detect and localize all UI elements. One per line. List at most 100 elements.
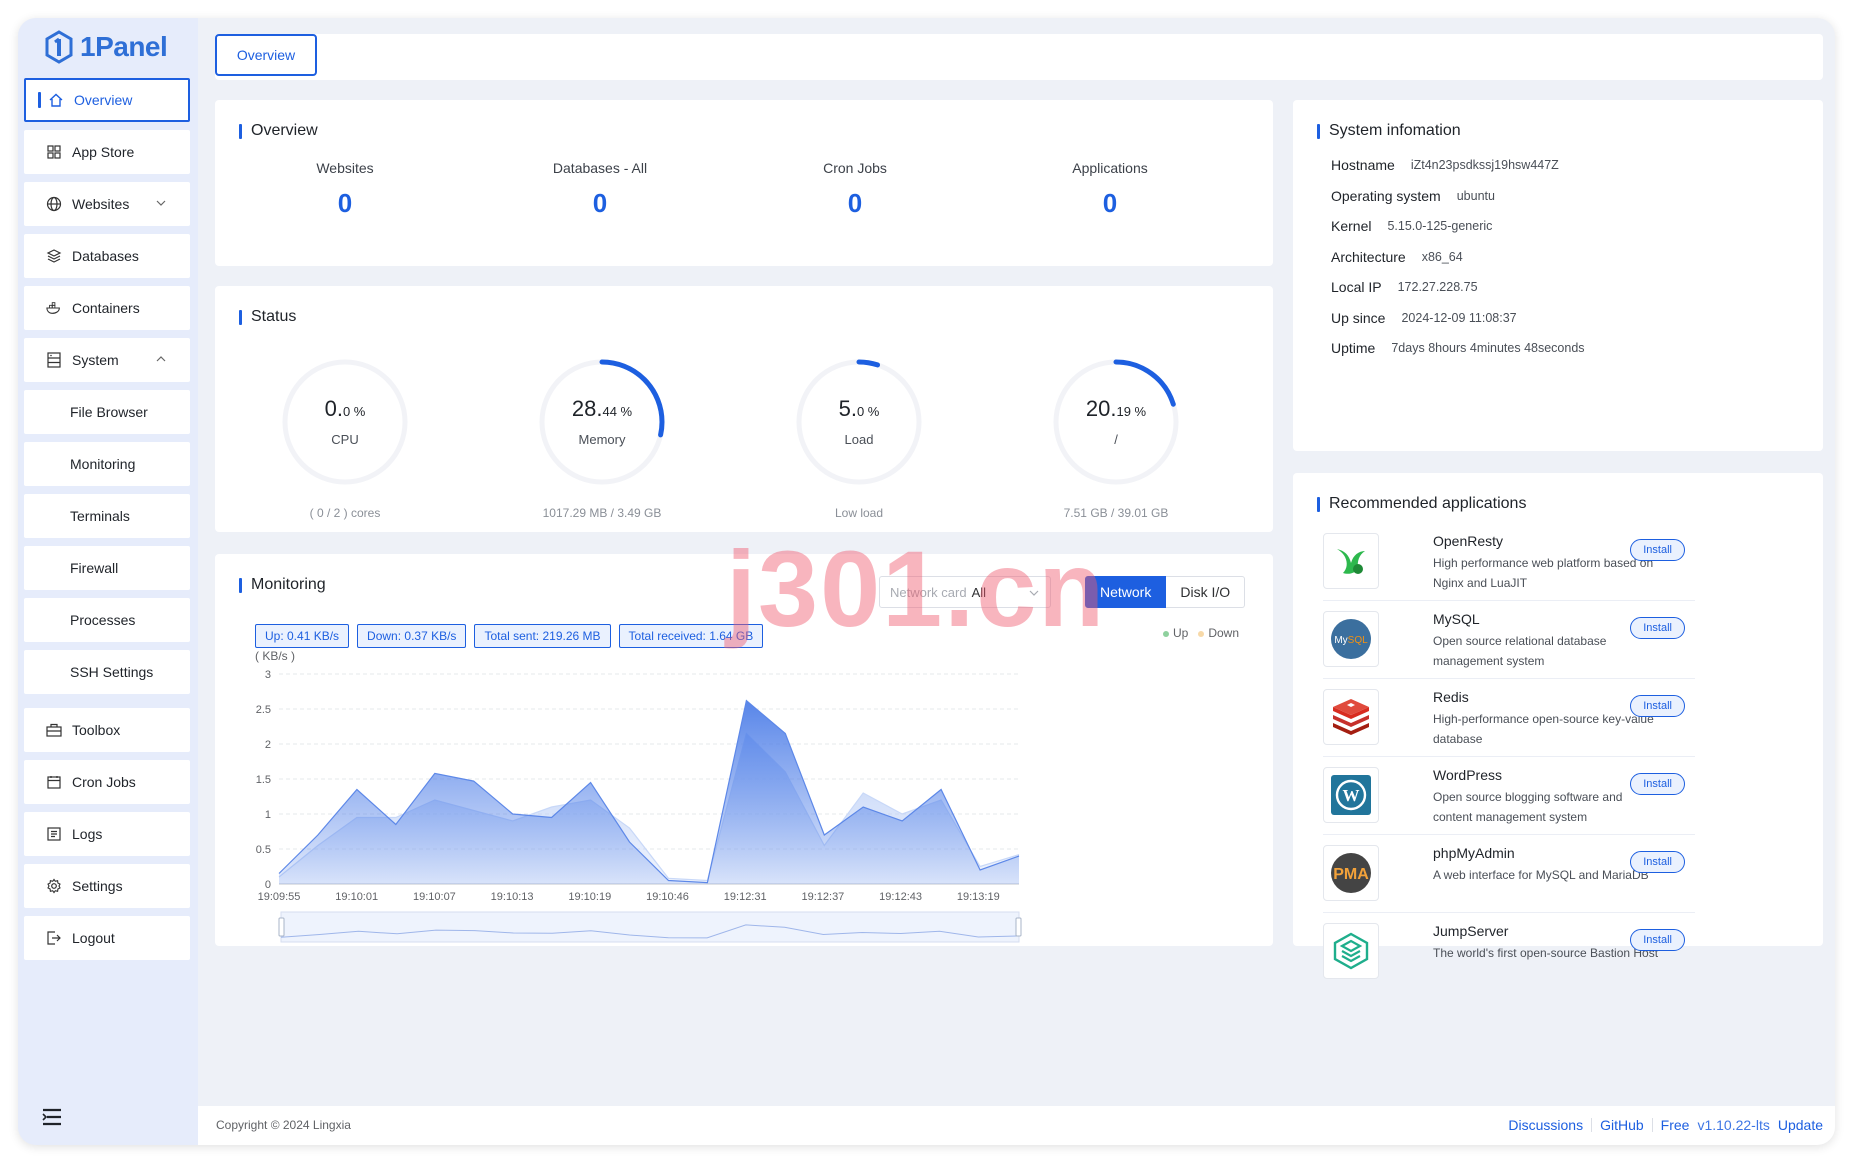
sidebar-item-label: Cron Jobs [72,774,136,790]
y-tick-label: 3 [265,669,271,681]
legend-down[interactable]: Down [1198,626,1239,640]
sys-key: Kernel [1331,218,1372,235]
sidebar-item-websites[interactable]: Websites [24,182,190,226]
app-row-wordpress: W WordPress Open source blogging softwar… [1323,757,1695,835]
seg-disk-io-button[interactable]: Disk I/O [1166,576,1246,608]
stat-value[interactable]: 0 [500,188,700,219]
x-tick-label: 19:12:31 [724,891,767,903]
overview-card: Overview Websites 0 Databases - All 0 Cr… [215,100,1273,266]
gauge-name: Memory [578,432,626,447]
network-chart[interactable]: ( KB/s ) 0 0.5 1 1.5 2 2.5 3 19:09:55 19:10:01 19:… [255,644,1255,944]
gauge-dec: 44 % [602,404,633,419]
gauge-value: 20.19 % [1041,396,1191,422]
app-name: MySQL [1433,611,1480,627]
x-tick-label: 19:09:55 [258,891,301,903]
sidebar-item-logout[interactable]: Logout [24,916,190,960]
install-button[interactable]: Install [1630,773,1685,795]
sidebar-item-label: SSH Settings [70,664,154,680]
gauge-int: 28. [571,396,603,421]
sidebar-item-cron-jobs[interactable]: Cron Jobs [24,760,190,804]
logo-icon [45,30,73,64]
mysql-icon: MySQL [1323,611,1379,667]
monitor-type-toggle: Network Disk I/O [1085,576,1246,608]
sys-row-kernel: Kernel 5.15.0-125-generic [1331,211,1585,242]
sidebar-item-databases[interactable]: Databases [24,234,190,278]
sidebar-item-containers[interactable]: Containers [24,286,190,330]
x-tick-label: 19:12:37 [801,891,844,903]
chart-legend: Up Down [1162,626,1239,640]
network-card-select[interactable]: Network card All [879,576,1051,608]
logo[interactable]: 1Panel [44,30,168,64]
x-tick-label: 19:12:43 [879,891,922,903]
globe-icon [46,196,62,212]
stat-label: Applications [1072,160,1148,176]
github-link[interactable]: GitHub [1600,1117,1644,1133]
free-link[interactable]: Free [1661,1117,1690,1133]
sys-value: 7days 8hours 4minutes 48seconds [1391,341,1585,356]
sidebar-item-label: Terminals [70,508,130,524]
stat-databases[interactable]: Databases - All 0 [500,160,700,219]
seg-network-button[interactable]: Network [1085,576,1167,608]
install-button[interactable]: Install [1630,539,1685,561]
toolbox-icon [46,722,62,738]
install-button[interactable]: Install [1630,929,1685,951]
sidebar-item-label: Firewall [70,560,119,576]
sys-value: iZt4n23psdkssj19hsw447Z [1410,158,1559,173]
sidebar-item-app-store[interactable]: App Store [24,130,190,174]
update-link[interactable]: Update [1778,1117,1823,1133]
sidebar-item-label: Overview [74,92,133,108]
y-tick-label: 0.5 [256,844,271,856]
svg-text:PMA: PMA [1333,866,1369,883]
install-button[interactable]: Install [1630,695,1685,717]
app-row-openresty: OpenResty High performance web platform … [1323,523,1695,601]
app-name: WordPress [1433,767,1502,783]
network-card-label: Network card [890,584,967,600]
sidebar-item-logs[interactable]: Logs [24,812,190,856]
sys-row-hostname: Hostname iZt4n23psdkssj19hsw447Z [1331,150,1585,181]
app-name: phpMyAdmin [1433,845,1515,861]
gauge-ring [539,359,665,485]
sidebar-item-firewall[interactable]: Firewall [24,546,190,590]
home-icon [48,92,64,108]
overview-stats: Websites 0 Databases - All 0 Cron Jobs 0… [215,160,1273,230]
app-row-redis: Redis High-performance open-source key-v… [1323,679,1695,757]
install-button[interactable]: Install [1630,851,1685,873]
menu-collapse-icon[interactable] [42,1108,62,1126]
tab-overview[interactable]: Overview [215,34,317,76]
calendar-icon [46,774,62,790]
sidebar-item-toolbox[interactable]: Toolbox [24,708,190,752]
stat-value[interactable]: 0 [1010,188,1210,219]
app-name: OpenResty [1433,533,1504,549]
sys-row-uptime: Uptime 7days 8hours 4minutes 48seconds [1331,333,1585,364]
stat-websites[interactable]: Websites 0 [245,160,445,219]
legend-up[interactable]: Up [1162,626,1188,640]
app-desc: Open source relational database manageme… [1433,634,1607,668]
sidebar-item-overview[interactable]: Overview [24,78,190,122]
layers-icon [46,248,62,264]
y-axis-unit-label: ( KB/s ) [255,649,295,663]
sidebar-item-terminals[interactable]: Terminals [24,494,190,538]
sidebar-item-label: Logs [72,826,103,842]
stat-value[interactable]: 0 [755,188,955,219]
stat-applications[interactable]: Applications 0 [1010,160,1210,219]
sys-row-architecture: Architecture x86_64 [1331,242,1585,273]
openresty-icon [1323,533,1379,589]
sidebar-item-settings[interactable]: Settings [24,864,190,908]
sidebar-item-system[interactable]: System [24,338,190,382]
install-button[interactable]: Install [1630,617,1685,639]
sidebar-item-ssh-settings[interactable]: SSH Settings [24,650,190,694]
y-tick-label: 1.5 [256,774,271,786]
sidebar-item-monitoring[interactable]: Monitoring [24,442,190,486]
x-tick-label: 19:13:19 [957,891,1000,903]
sidebar-item-processes[interactable]: Processes [24,598,190,642]
zoom-slider-track [280,911,1020,943]
legend-down-dot [1198,631,1205,637]
svg-text:W: W [1343,786,1360,805]
stat-value[interactable]: 0 [245,188,445,219]
discussions-link[interactable]: Discussions [1508,1117,1583,1133]
stat-label: Databases - All [552,160,648,176]
sidebar-item-file-browser[interactable]: File Browser [24,390,190,434]
gauge-ring [796,359,922,485]
sidebar-item-label: Processes [70,612,136,628]
stat-cron-jobs[interactable]: Cron Jobs 0 [755,160,955,219]
